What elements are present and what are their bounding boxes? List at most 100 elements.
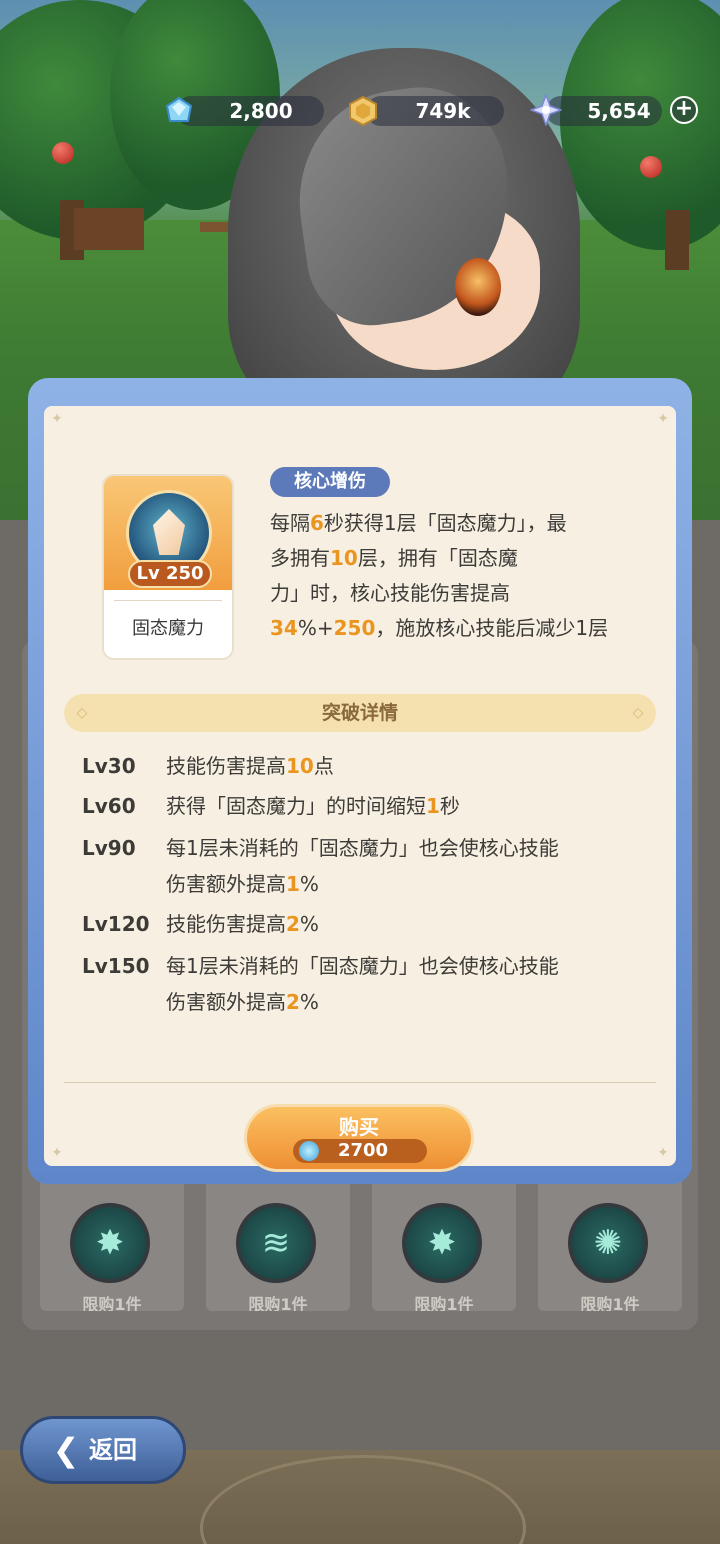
skill-detail-modal: ✦ ✦ ✦ ✦ Lv 250 固态魔力 核心增伤 每隔6秒获得1层「固态魔力」，… [28,378,692,1184]
text-segment: 每1层未消耗的「固态魔力」也会使核心技能 [166,954,559,978]
add-currency-button[interactable]: + [670,96,698,124]
shop-card[interactable]: ✺ 限购1件 [538,1175,682,1311]
text-segment: 多拥有 [270,546,330,570]
text-segment: % [299,912,319,936]
text-line: 力」时，核心技能伤害提高 [270,576,650,611]
purchase-limit-label: 限购1件 [82,1295,142,1311]
diamond-value: 2,800 [229,99,293,123]
crystal-shape [153,509,185,555]
text-segment: % [299,872,319,896]
corner-ornament: ✦ [51,1145,63,1161]
highlight-value: 250 [333,616,376,640]
text-line: 每隔6秒获得1层「固态魔力」，最 [270,506,650,541]
buy-button-label: 购买 [339,1115,379,1139]
highlight-value: 34 [270,616,298,640]
breakthrough-level: Lv120 [82,912,150,936]
text-line: 伤害额外提高1% [166,866,646,902]
gold-coin-icon [348,95,377,127]
shop-card[interactable]: ✸ 限购1件 [40,1175,184,1311]
text-line: 获得「固态魔力」的时间缩短1秒 [166,788,646,824]
breakthrough-text: 技能伤害提高2% [166,906,646,942]
back-button-label: 返回 [89,1436,137,1464]
wind-icon: ≋ [236,1203,316,1283]
breakthrough-level: Lv90 [82,836,136,860]
explosion-icon: ✺ [568,1203,648,1283]
text-segment: 技能伤害提高 [166,754,286,778]
text-segment: 秒获得1层「固态魔力」，最 [323,511,567,535]
text-segment: 每1层未消耗的「固态魔力」也会使核心技能 [166,836,559,860]
highlight-value: 1 [286,872,300,896]
star-crystal-icon [528,92,564,128]
corner-ornament: ✦ [51,411,63,427]
text-line: 技能伤害提高10点 [166,748,646,784]
star-value: 5,654 [587,99,651,123]
purchase-limit-label: 限购1件 [580,1295,640,1311]
diamond-icon [299,1141,319,1161]
diamond-icon [164,96,193,124]
text-line: 伤害额外提高2% [166,984,646,1020]
character-eye [455,258,501,316]
text-line: 34%+250，施放核心技能后减少1层 [270,611,650,646]
buy-price-pill: 2700 [293,1139,427,1163]
skill-name: 固态魔力 [132,618,204,639]
shop-card[interactable]: ≋ 限购1件 [206,1175,350,1311]
text-segment: 伤害额外提高 [166,990,286,1014]
shop-card[interactable]: ✸ 限购1件 [372,1175,516,1311]
star-counter: 5,654 [546,96,662,126]
divider [64,1082,656,1083]
apple [640,156,662,178]
skill-level-badge: Lv 250 [128,560,212,588]
burst-icon: ✸ [70,1203,150,1283]
section-title: 突破详情 [321,702,398,724]
highlight-value: 1 [426,794,440,818]
buy-price-value: 2700 [337,1140,389,1161]
corner-ornament: ✦ [657,411,669,427]
crate [74,208,144,250]
breakthrough-level: Lv30 [82,754,136,778]
highlight-value: 6 [310,511,324,535]
highlight-value: 2 [286,912,300,936]
text-segment: 每隔 [270,511,310,535]
buy-button[interactable]: 购买 2700 [244,1104,474,1172]
breakthrough-text: 每1层未消耗的「固态魔力」也会使核心技能 伤害额外提高1% [166,830,646,902]
highlight-value: 2 [286,990,300,1014]
skill-description: 每隔6秒获得1层「固态魔力」，最 多拥有10层，拥有「固态魔 力」时，核心技能伤害提… [270,506,650,646]
diamond-ornament-icon: ◇ [76,705,88,721]
back-button[interactable]: ❮ 返回 [20,1416,186,1484]
skill-tag: 核心增伤 [270,467,390,497]
breakthrough-text: 每1层未消耗的「固态魔力」也会使核心技能 伤害额外提高2% [166,948,646,1020]
text-segment: % [299,990,319,1014]
skill-card-divider [114,600,222,601]
gold-value: 749k [415,99,471,123]
modal-panel: ✦ ✦ ✦ ✦ Lv 250 固态魔力 核心增伤 每隔6秒获得1层「固态魔力」，… [44,406,676,1172]
text-segment: 秒 [439,794,460,818]
burst-icon: ✸ [402,1203,482,1283]
tree-trunk [665,210,689,270]
breakthrough-level: Lv150 [82,954,150,978]
breakthrough-text: 技能伤害提高10点 [166,748,646,784]
text-segment: 伤害额外提高 [166,872,286,896]
text-segment: 层，拥有「固态魔 [357,546,518,570]
apple [52,142,74,164]
text-segment: 技能伤害提高 [166,912,286,936]
purchase-limit-label: 限购1件 [248,1295,308,1311]
text-line: 每1层未消耗的「固态魔力」也会使核心技能 [166,830,646,866]
back-arrow-icon: ❮ [52,1431,80,1469]
text-segment: 力」时，核心技能伤害提高 [270,581,510,605]
text-line: 每1层未消耗的「固态魔力」也会使核心技能 [166,948,646,984]
gold-counter: 749k [366,96,504,126]
corner-ornament: ✦ [657,1145,669,1161]
text-segment: 获得「固态魔力」的时间缩短 [166,794,426,818]
breakthrough-level: Lv60 [82,794,136,818]
text-segment: %+ [297,616,334,640]
breakthrough-section-header: ◇ 突破详情 ◇ [64,694,656,732]
diamond-counter: 2,800 [176,96,324,126]
purchase-limit-label: 限购1件 [414,1295,474,1311]
diamond-ornament-icon: ◇ [632,705,644,721]
text-segment: ，施放核心技能后减少1层 [375,616,609,640]
skill-card: Lv 250 固态魔力 [102,474,234,660]
breakthrough-text: 获得「固态魔力」的时间缩短1秒 [166,788,646,824]
text-line: 技能伤害提高2% [166,906,646,942]
text-line: 多拥有10层，拥有「固态魔 [270,541,650,576]
highlight-value: 10 [286,754,314,778]
